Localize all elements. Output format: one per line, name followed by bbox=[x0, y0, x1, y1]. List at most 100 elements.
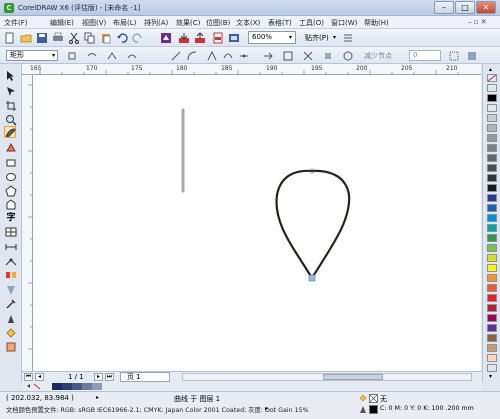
extend-curve-icon[interactable] bbox=[282, 50, 294, 62]
save-icon[interactable] bbox=[36, 32, 48, 44]
doc-swatch[interactable] bbox=[92, 383, 102, 390]
paste-icon[interactable] bbox=[100, 32, 112, 44]
export-icon[interactable] bbox=[194, 32, 206, 44]
color-swatch[interactable] bbox=[487, 254, 497, 262]
reduce-nodes-input[interactable]: 0 bbox=[409, 50, 441, 61]
import-icon[interactable] bbox=[178, 32, 190, 44]
preset-dropdown-icon[interactable]: ▾ bbox=[52, 52, 55, 59]
snap-dropdown-icon[interactable]: ▾ bbox=[333, 34, 336, 41]
color-swatch[interactable] bbox=[487, 114, 497, 122]
add-node-icon[interactable] bbox=[66, 50, 78, 62]
color-swatch[interactable] bbox=[487, 144, 497, 152]
smooth-node-icon[interactable] bbox=[222, 50, 234, 62]
transparency-tool-icon[interactable] bbox=[5, 284, 17, 296]
new-document-icon[interactable] bbox=[4, 32, 16, 44]
cut-icon[interactable] bbox=[68, 32, 80, 44]
profile-expand-icon[interactable]: ▸ bbox=[265, 405, 268, 412]
zoom-tool-icon[interactable] bbox=[5, 114, 17, 126]
crop-tool-icon[interactable] bbox=[5, 100, 17, 112]
snap-to-dropdown[interactable]: 贴齐(P) bbox=[305, 33, 329, 43]
menu-item-window[interactable]: 窗口(W) bbox=[331, 18, 357, 28]
palette-scroll-down-icon[interactable]: ▾ bbox=[489, 373, 492, 380]
color-swatch[interactable] bbox=[487, 184, 497, 192]
color-swatch[interactable] bbox=[487, 94, 497, 102]
page-tab[interactable]: 页 1 bbox=[120, 372, 170, 382]
color-swatch[interactable] bbox=[487, 324, 497, 332]
color-swatch[interactable] bbox=[487, 314, 497, 322]
last-page-button[interactable]: ⏭ bbox=[105, 373, 114, 381]
color-swatch[interactable] bbox=[487, 234, 497, 242]
menu-item-tools[interactable]: 工具(O) bbox=[299, 18, 324, 28]
rectangle-tool-icon[interactable] bbox=[5, 157, 17, 169]
curve-node-handle[interactable] bbox=[308, 274, 316, 282]
color-swatch[interactable] bbox=[487, 244, 497, 252]
undo-icon[interactable] bbox=[116, 32, 128, 44]
interactive-fill-tool-icon[interactable] bbox=[5, 341, 17, 353]
color-swatch[interactable] bbox=[487, 364, 497, 372]
basic-shapes-tool-icon[interactable] bbox=[5, 199, 17, 211]
color-swatch[interactable] bbox=[487, 354, 497, 362]
minimize-button[interactable]: – bbox=[434, 1, 454, 14]
color-swatch[interactable] bbox=[487, 304, 497, 312]
to-curve-icon[interactable] bbox=[186, 50, 198, 62]
menu-item-help[interactable]: 帮助(H) bbox=[364, 18, 389, 28]
outline-color-swatch[interactable] bbox=[369, 405, 378, 414]
shape-tool-icon[interactable] bbox=[5, 85, 17, 97]
menu-item-file[interactable]: 文件(F) bbox=[4, 18, 28, 28]
color-swatch[interactable] bbox=[487, 84, 497, 92]
zoom-dropdown-icon[interactable]: ▾ bbox=[289, 34, 292, 41]
delete-node-icon[interactable] bbox=[86, 50, 98, 62]
maximize-button[interactable]: □ bbox=[455, 1, 475, 14]
print-icon[interactable] bbox=[52, 32, 64, 44]
search-content-icon[interactable] bbox=[160, 32, 172, 44]
doc-swatch[interactable] bbox=[62, 383, 72, 390]
doc-swatch[interactable] bbox=[82, 383, 92, 390]
palette-scroll-up-icon[interactable]: ▴ bbox=[489, 66, 492, 73]
outline-pen-tool-icon[interactable] bbox=[5, 313, 17, 325]
fill-tool-icon[interactable] bbox=[5, 327, 17, 339]
scroll-thumb[interactable] bbox=[323, 374, 383, 380]
freehand-tool-icon[interactable] bbox=[4, 126, 16, 138]
symmetrical-node-icon[interactable] bbox=[238, 50, 250, 62]
open-folder-icon[interactable] bbox=[20, 32, 32, 44]
color-swatch[interactable] bbox=[487, 194, 497, 202]
app-launcher-icon[interactable] bbox=[228, 32, 240, 44]
text-tool-icon[interactable]: 字 bbox=[5, 212, 17, 224]
horizontal-ruler[interactable]: 165 170 175 180 185 190 195 200 205 210 bbox=[22, 64, 481, 75]
status-expand-icon[interactable]: ▸ bbox=[96, 394, 99, 401]
stretch-nodes-icon[interactable] bbox=[322, 50, 334, 62]
menu-item-effects[interactable]: 效果(C) bbox=[176, 18, 200, 28]
menu-item-table[interactable]: 表格(T) bbox=[268, 18, 292, 28]
publish-pdf-icon[interactable] bbox=[212, 32, 224, 44]
first-page-button[interactable]: ⏮ bbox=[24, 373, 33, 381]
preset-select[interactable]: 矩形 bbox=[6, 50, 58, 61]
menu-window-controls[interactable]: – ▫ ✕ bbox=[468, 18, 487, 26]
connector-tool-icon[interactable] bbox=[5, 255, 17, 267]
blend-tool-icon[interactable] bbox=[5, 269, 17, 281]
color-swatch[interactable] bbox=[487, 134, 497, 142]
eyedropper-tool-icon[interactable] bbox=[5, 298, 17, 310]
join-nodes-icon[interactable] bbox=[106, 50, 118, 62]
menu-item-arrange[interactable]: 排列(A) bbox=[144, 18, 168, 28]
color-swatch[interactable] bbox=[487, 164, 497, 172]
menu-item-layout[interactable]: 布局(L) bbox=[113, 18, 136, 28]
doc-swatch[interactable] bbox=[52, 383, 62, 390]
smart-fill-tool-icon[interactable] bbox=[5, 142, 17, 154]
horizontal-scrollbar[interactable] bbox=[182, 373, 472, 381]
doc-swatch[interactable] bbox=[72, 383, 82, 390]
pick-tool-icon[interactable] bbox=[5, 70, 17, 82]
elastic-mode-icon[interactable] bbox=[466, 50, 478, 62]
color-swatch[interactable] bbox=[487, 124, 497, 132]
color-swatch[interactable] bbox=[487, 334, 497, 342]
extract-subpath-icon[interactable] bbox=[302, 50, 314, 62]
drawing-canvas[interactable] bbox=[33, 75, 481, 371]
ellipse-tool-icon[interactable] bbox=[5, 171, 17, 183]
close-button[interactable]: ✕ bbox=[476, 1, 496, 14]
color-swatch[interactable] bbox=[487, 154, 497, 162]
fill-none-swatch[interactable] bbox=[369, 394, 378, 403]
color-swatch[interactable] bbox=[487, 204, 497, 212]
dimension-tool-icon[interactable] bbox=[5, 241, 17, 253]
menu-item-view[interactable]: 视图(V) bbox=[82, 18, 106, 28]
options-icon[interactable] bbox=[342, 32, 354, 44]
rotate-nodes-icon[interactable] bbox=[342, 50, 354, 62]
